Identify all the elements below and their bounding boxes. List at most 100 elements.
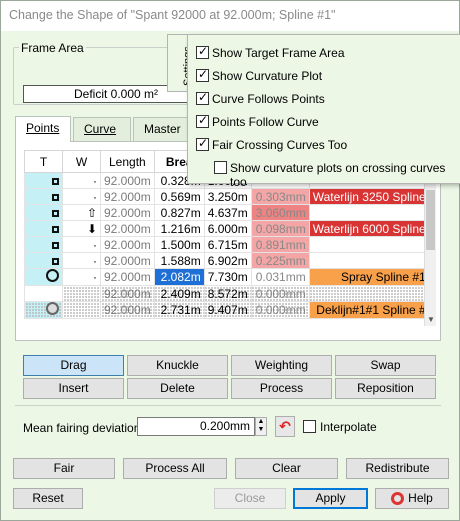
col-header-w[interactable]: W bbox=[62, 150, 101, 173]
row-height-cell[interactable]: 6.902m bbox=[203, 252, 252, 269]
swap-button[interactable]: Swap bbox=[335, 355, 436, 376]
row-weight-cell[interactable]: ⬇ bbox=[62, 220, 101, 237]
row-deviation-cell[interactable]: 3.060mm bbox=[250, 204, 310, 221]
row-breadth-cell[interactable]: 0.569m bbox=[153, 188, 205, 205]
col-header-length[interactable]: Length bbox=[100, 150, 155, 173]
drag-button[interactable]: Drag bbox=[23, 355, 124, 376]
scroll-thumb[interactable] bbox=[426, 190, 435, 250]
reposition-button[interactable]: Reposition bbox=[335, 378, 436, 399]
tab-curve[interactable]: Curve bbox=[73, 117, 131, 141]
table-row[interactable]: · 92.000m 1.500m 6.715m 0.891mm bbox=[24, 236, 430, 253]
stepper-up-icon[interactable]: ▲ bbox=[256, 418, 266, 426]
row-breadth-cell[interactable]: 1.588m bbox=[153, 252, 205, 269]
row-curve-label-cell[interactable]: Spray Spline #1 bbox=[308, 268, 430, 286]
row-deviation-cell[interactable]: 0.000mm bbox=[250, 285, 310, 302]
tab-points[interactable]: Points bbox=[15, 116, 71, 142]
row-height-cell[interactable]: 8.572m bbox=[203, 285, 252, 302]
interpolate-checkbox[interactable] bbox=[303, 420, 316, 433]
fairing-deviation-input[interactable]: 0.200mm bbox=[137, 417, 255, 436]
row-weight-cell[interactable]: · bbox=[62, 252, 101, 269]
help-button[interactable]: Help bbox=[375, 488, 449, 509]
row-length-cell[interactable]: 92.000m bbox=[100, 204, 155, 221]
row-weight-cell[interactable]: ⇧ bbox=[62, 204, 101, 221]
row-length-cell[interactable]: 92.000m bbox=[100, 220, 155, 237]
row-curve-label-cell[interactable] bbox=[308, 252, 430, 269]
row-length-cell[interactable]: 92.000m bbox=[100, 252, 155, 269]
insert-button[interactable]: Insert bbox=[23, 378, 124, 399]
row-height-cell[interactable]: 7.730m bbox=[203, 268, 252, 286]
row-weight-cell[interactable]: · bbox=[62, 236, 101, 253]
curve-follows-points-checkbox[interactable] bbox=[196, 90, 209, 105]
undo-icon[interactable]: ↶ bbox=[275, 416, 295, 437]
row-weight-cell[interactable] bbox=[62, 301, 101, 319]
delete-button[interactable]: Delete bbox=[127, 378, 228, 399]
row-height-cell[interactable]: 4.637m bbox=[203, 204, 252, 221]
table-row[interactable]: · 92.000m 2.082m 7.730m 0.031mm Spray Spline … bbox=[24, 268, 430, 286]
row-length-cell[interactable]: 92.000m bbox=[100, 236, 155, 253]
row-weight-cell[interactable] bbox=[62, 285, 101, 302]
row-length-cell[interactable]: 92.000m bbox=[100, 301, 155, 319]
row-deviation-cell[interactable]: 0.098mm bbox=[250, 220, 310, 237]
apply-button[interactable]: Apply bbox=[293, 488, 368, 509]
row-breadth-cell[interactable]: 2.731m bbox=[153, 301, 205, 319]
reset-button[interactable]: Reset bbox=[13, 488, 83, 509]
row-type-cell[interactable] bbox=[24, 252, 63, 269]
row-breadth-cell[interactable]: 1.500m bbox=[153, 236, 205, 253]
row-type-cell[interactable] bbox=[24, 204, 63, 221]
points-follow-curve-checkbox[interactable] bbox=[196, 113, 209, 128]
table-row[interactable]: ⇧ 92.000m 0.827m 4.637m 3.060mm bbox=[24, 204, 430, 221]
process-all-button[interactable]: Process All bbox=[123, 458, 227, 479]
table-row[interactable]: · 92.000m 0.569m 3.250m 0.303mm Waterlijn 325… bbox=[24, 188, 430, 205]
row-breadth-cell[interactable]: 0.827m bbox=[153, 204, 205, 221]
row-height-cell[interactable]: 6.000m bbox=[203, 220, 252, 237]
row-type-cell[interactable] bbox=[24, 285, 63, 302]
stepper-down-icon[interactable]: ▼ bbox=[256, 426, 266, 434]
row-curve-label-cell[interactable]: Waterlijn 6000 Spline bbox=[308, 220, 430, 237]
show-target-frame-area-checkbox[interactable] bbox=[196, 44, 209, 59]
row-weight-cell[interactable]: · bbox=[62, 188, 101, 205]
row-height-cell[interactable]: 6.715m bbox=[203, 236, 252, 253]
row-deviation-cell[interactable]: 0.031mm bbox=[250, 268, 310, 286]
row-height-cell[interactable]: 3.250m bbox=[203, 188, 252, 205]
tab-master[interactable]: Master bbox=[133, 117, 193, 141]
table-row[interactable]: 92.000m 2.731m 9.407m 0.000mm Deklijn#1#1 Sp… bbox=[24, 301, 430, 319]
process-button[interactable]: Process bbox=[231, 378, 332, 399]
scroll-down-icon[interactable]: ▼ bbox=[425, 314, 437, 326]
row-height-cell[interactable]: 9.407m bbox=[203, 301, 252, 319]
close-button[interactable]: Close bbox=[214, 488, 286, 509]
settings-tab[interactable]: Settings bbox=[167, 34, 194, 92]
table-row[interactable]: 92.000m 2.409m 8.572m 0.000mm bbox=[24, 285, 430, 302]
row-curve-label-cell[interactable]: Waterlijn 3250 Spline bbox=[308, 188, 430, 205]
row-deviation-cell[interactable]: 0.225mm bbox=[250, 252, 310, 269]
row-curve-label-cell[interactable] bbox=[308, 236, 430, 253]
row-type-cell[interactable] bbox=[24, 301, 63, 319]
fair-button[interactable]: Fair bbox=[13, 458, 115, 479]
crossing-curvature-plots-checkbox[interactable] bbox=[214, 161, 227, 174]
row-type-cell[interactable] bbox=[24, 220, 63, 237]
row-deviation-cell[interactable]: 0.000mm bbox=[250, 301, 310, 319]
row-deviation-cell[interactable]: 0.891mm bbox=[250, 236, 310, 253]
row-length-cell[interactable]: 92.000m bbox=[100, 188, 155, 205]
col-header-t[interactable]: T bbox=[24, 150, 63, 173]
row-length-cell[interactable]: 92.000m bbox=[100, 285, 155, 302]
show-curvature-plot-checkbox[interactable] bbox=[196, 67, 209, 82]
row-type-cell[interactable] bbox=[24, 172, 63, 189]
row-weight-cell[interactable]: · bbox=[62, 172, 101, 189]
fairing-stepper[interactable]: ▲ ▼ bbox=[255, 417, 267, 436]
row-deviation-cell[interactable]: 0.303mm bbox=[250, 188, 310, 205]
row-breadth-cell[interactable]: 2.082m bbox=[153, 268, 205, 286]
row-curve-label-cell[interactable] bbox=[308, 285, 430, 302]
row-type-cell[interactable] bbox=[24, 188, 63, 205]
row-curve-label-cell[interactable]: Deklijn#1#1 Spline # bbox=[308, 301, 430, 319]
redistribute-button[interactable]: Redistribute bbox=[346, 458, 449, 479]
clear-button[interactable]: Clear bbox=[235, 458, 338, 479]
fair-crossing-curves-checkbox[interactable] bbox=[196, 136, 209, 151]
row-length-cell[interactable]: 92.000m bbox=[100, 268, 155, 286]
row-breadth-cell[interactable]: 1.216m bbox=[153, 220, 205, 237]
row-length-cell[interactable]: 92.000m bbox=[100, 172, 155, 189]
row-breadth-cell[interactable]: 2.409m bbox=[153, 285, 205, 302]
table-row[interactable]: · 92.000m 1.588m 6.902m 0.225mm bbox=[24, 252, 430, 269]
row-type-cell[interactable] bbox=[24, 236, 63, 253]
row-type-cell[interactable] bbox=[24, 268, 63, 286]
weighting-button[interactable]: Weighting bbox=[231, 355, 332, 376]
